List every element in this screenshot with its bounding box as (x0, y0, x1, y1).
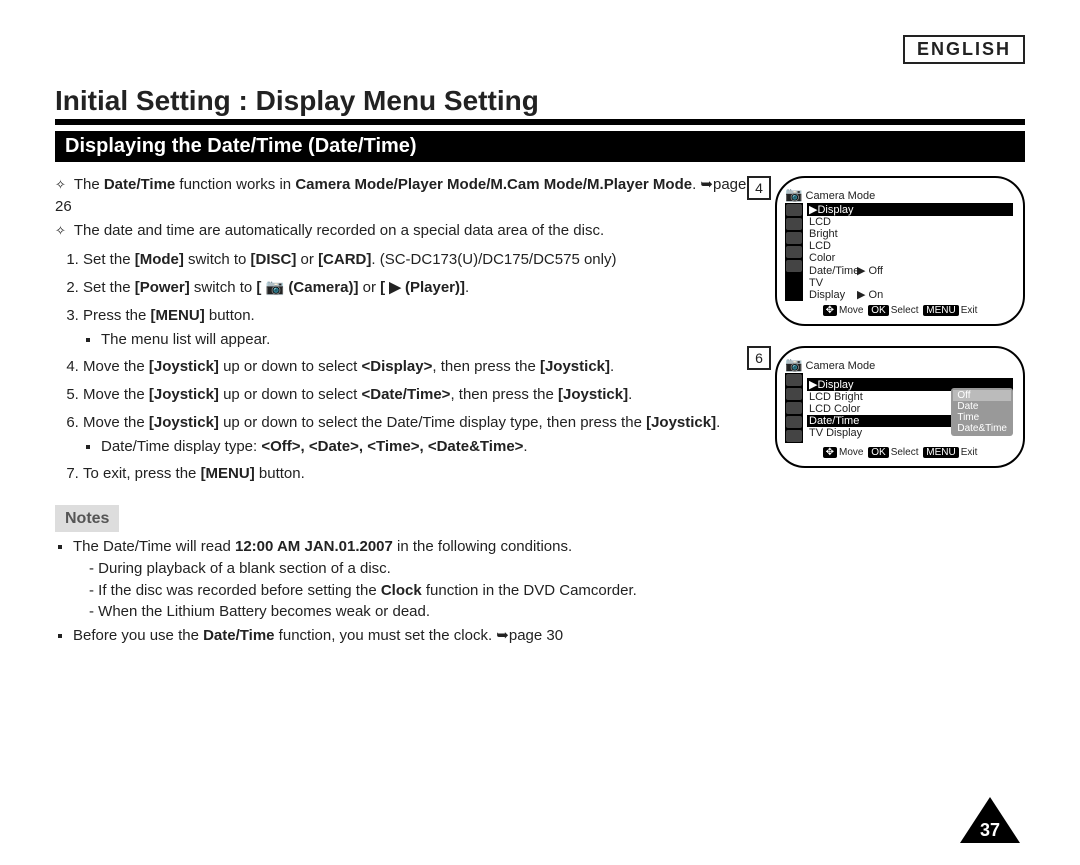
side-tabs (785, 203, 803, 301)
notes-list: The Date/Time will read 12:00 AM JAN.01.… (73, 536, 760, 647)
step-6: Move the [Joystick] up or down to select… (83, 412, 760, 458)
page-number: 37 (960, 797, 1020, 843)
notes-heading: Notes (55, 505, 119, 532)
move-icon: ✥ (823, 447, 837, 458)
ok-icon: OK (868, 447, 888, 458)
section-heading: Displaying the Date/Time (Date/Time) (55, 131, 1025, 162)
step-4: Move the [Joystick] up or down to select… (83, 356, 760, 378)
step-6-sub: Date/Time display type: <Off>, <Date>, <… (101, 436, 760, 458)
screen-4-highlight: ▶Display (807, 203, 1013, 216)
screen-4: 4 📷 Camera Mode ▶Display LCD Bright LCD … (775, 176, 1025, 326)
date-time-popup: Off Date Time Date&Time (951, 388, 1013, 436)
step-1: Set the [Mode] switch to [DISC] or [CARD… (83, 249, 760, 271)
diamond-icon: ✧ (55, 223, 66, 238)
move-icon: ✥ (823, 305, 837, 316)
intro-line-2: ✧ The date and time are automatically re… (55, 220, 760, 242)
screen-6-mode: Camera Mode (806, 360, 876, 372)
diamond-icon: ✧ (55, 177, 66, 192)
note-1c: - When the Lithium Battery becomes weak … (89, 601, 760, 623)
step-3-sub: The menu list will appear. (101, 329, 760, 351)
menu-icon: MENU (923, 305, 958, 316)
note-1b: - If the disc was recorded before settin… (89, 580, 760, 602)
body-text: ✧ The Date/Time function works in Camera… (55, 172, 760, 649)
note-2: Before you use the Date/Time function, y… (73, 625, 760, 647)
note-1a: - During playback of a blank section of … (89, 558, 760, 580)
screen-6-hints: ✥Move OKSelect MENUExit (785, 447, 1013, 458)
step-3: Press the [MENU] button. The menu list w… (83, 305, 760, 351)
camera-icon: 📷 (785, 186, 802, 202)
step-5: Move the [Joystick] up or down to select… (83, 384, 760, 406)
screen-4-hints: ✥Move OKSelect MENUExit (785, 305, 1013, 316)
step-2: Set the [Power] switch to [ 📷 (Camera)] … (83, 277, 760, 299)
step-7: To exit, press the [MENU] button. (83, 463, 760, 485)
note-1: The Date/Time will read 12:00 AM JAN.01.… (73, 536, 760, 623)
screen-4-badge: 4 (747, 176, 771, 200)
illustrations: 4 📷 Camera Mode ▶Display LCD Bright LCD … (775, 172, 1025, 649)
screen-6-badge: 6 (747, 346, 771, 370)
menu-icon: MENU (923, 447, 958, 458)
ok-icon: OK (868, 305, 888, 316)
camera-icon: 📷 (785, 356, 802, 372)
page-title: Initial Setting : Display Menu Setting (55, 85, 1025, 125)
intro-line-1: ✧ The Date/Time function works in Camera… (55, 174, 760, 218)
side-tabs (785, 373, 803, 443)
screen-6: 6 📷 Camera Mode ▶Display LCD Bright LCD … (775, 346, 1025, 468)
language-box: ENGLISH (903, 35, 1025, 64)
manual-page: ENGLISH Initial Setting : Display Menu S… (0, 0, 1080, 865)
steps-list: Set the [Mode] switch to [DISC] or [CARD… (55, 249, 760, 485)
page-number-badge: 37 (960, 797, 1020, 843)
screen-4-mode: Camera Mode (806, 190, 876, 202)
screen-4-menu: ▶Display LCD Bright LCD Color Date/Time▶… (807, 203, 1013, 301)
